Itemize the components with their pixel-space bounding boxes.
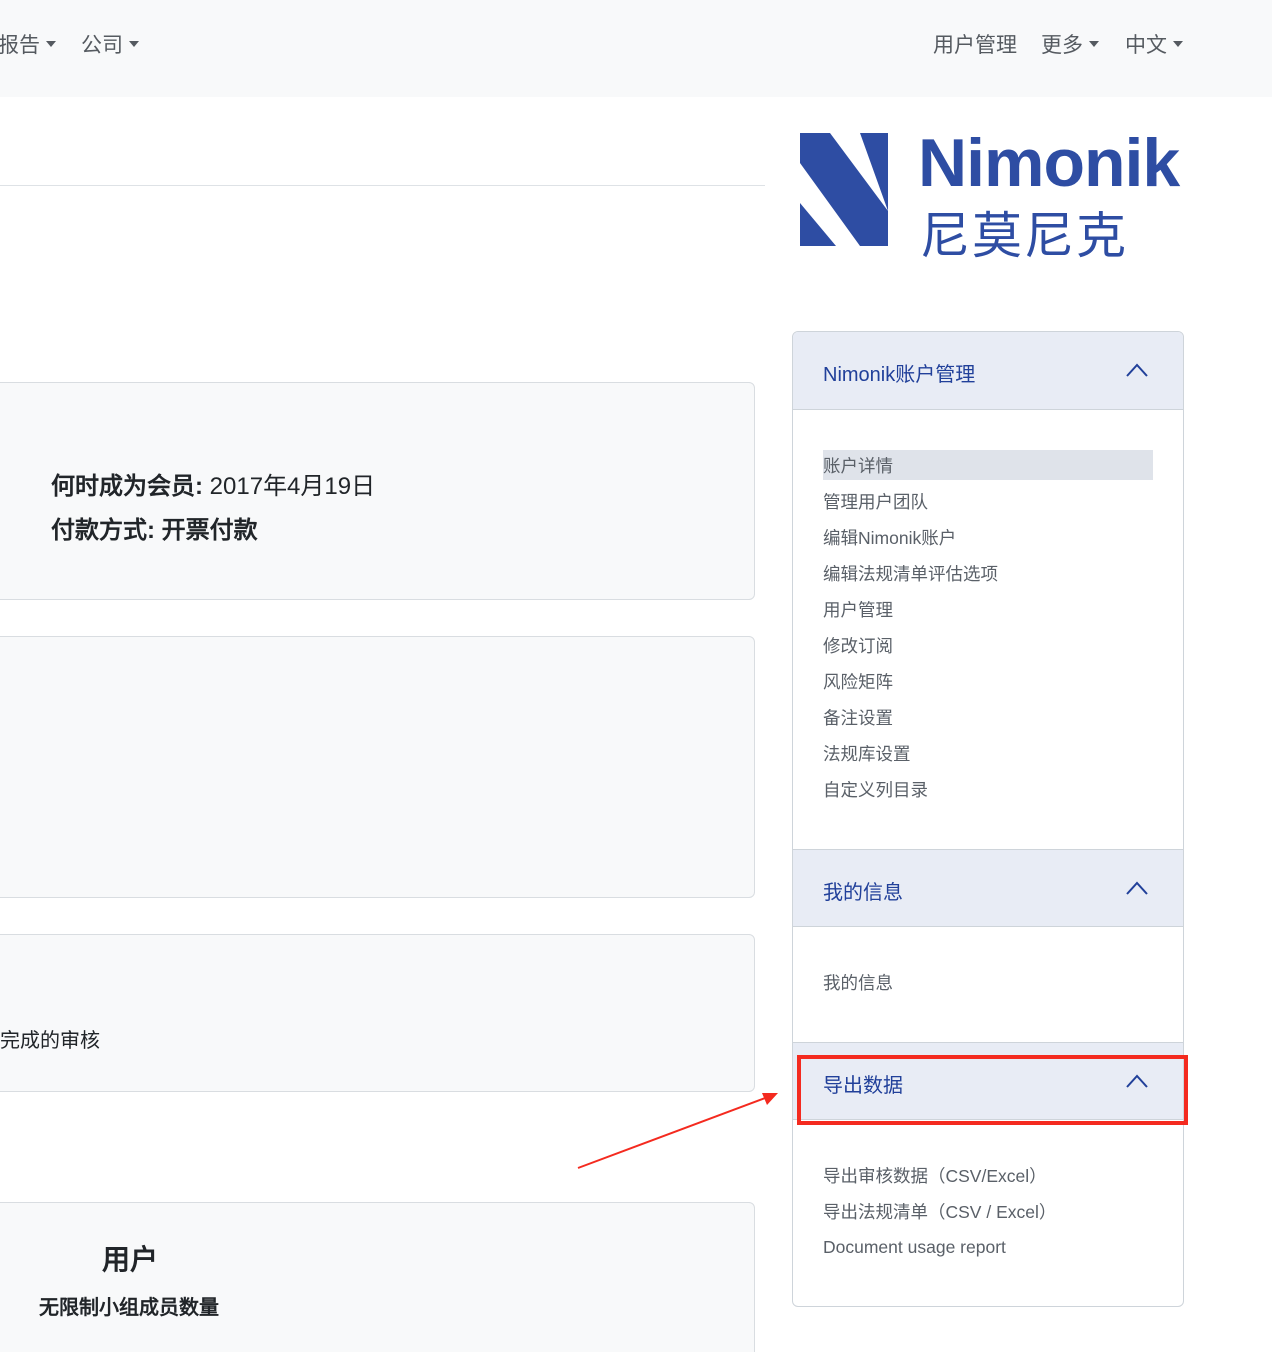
annotation-arrow-icon (577, 1093, 778, 1169)
nav-reports-dropdown[interactable]: 报告 (0, 30, 56, 58)
chevron-up-icon (1126, 363, 1148, 377)
sidebar-link-change-subscription[interactable]: 修改订阅 (823, 630, 893, 660)
account-sidebar: Nimonik账户管理 账户详情 管理用户团队 编辑Nimonik账户 编辑法规… (792, 331, 1184, 1307)
sidebar-link-risk-matrix[interactable]: 风险矩阵 (823, 666, 893, 696)
audits-card (0, 934, 755, 1092)
caret-down-icon (46, 41, 56, 47)
nav-user-management[interactable]: 用户管理 (933, 30, 1017, 58)
users-subtitle: 无限制小组成员数量 (39, 1297, 219, 1319)
payment-method-value: 开票付款 (161, 517, 258, 544)
users-title: 用户 (102, 1244, 159, 1275)
highlight-box (797, 1055, 1188, 1125)
caret-down-icon (1173, 41, 1183, 47)
logo-name-en: Nimonik (918, 125, 1180, 201)
payment-method-line: 付款方式: 开票付款 (51, 510, 258, 545)
sidebar-link-export-registers[interactable]: 导出法规清单（CSV / Excel） (823, 1196, 1056, 1226)
caret-down-icon (1089, 41, 1099, 47)
logo-name-cn: 尼莫尼克 (920, 208, 1128, 264)
nav-more-label: 更多 (1041, 34, 1083, 57)
member-since-label: 何时成为会员: (51, 473, 203, 500)
sidebar-link-notes-settings[interactable]: 备注设置 (823, 702, 893, 732)
chevron-up-icon (1126, 881, 1148, 895)
sidebar-link-account-details[interactable]: 账户详情 (823, 450, 1153, 480)
accordion-my-info-header[interactable]: 我的信息 (793, 849, 1183, 927)
logo-mark-icon (800, 133, 888, 246)
payment-method-label: 付款方式: (51, 517, 155, 544)
nav-company-label: 公司 (81, 34, 123, 57)
nav-user-management-label: 用户管理 (933, 34, 1017, 57)
accordion-title: Nimonik账户管理 (823, 364, 976, 386)
member-since-value: 2017年4月19日 (209, 473, 376, 500)
accordion-title: 我的信息 (823, 882, 903, 904)
sidebar-link-document-usage-report[interactable]: Document usage report (823, 1232, 1006, 1262)
sidebar-link-edit-account[interactable]: 编辑Nimonik账户 (823, 522, 956, 552)
accordion-account-management-header[interactable]: Nimonik账户管理 (793, 332, 1183, 410)
nimonik-logo: Nimonik 尼莫尼克 (800, 125, 1190, 264)
sidebar-link-manage-team[interactable]: 管理用户团队 (823, 486, 928, 516)
completed-audits-text: 完成的审核 (0, 1030, 100, 1052)
top-navbar: 报告 公司 用户管理 更多 中文 (0, 0, 1272, 97)
nav-more-dropdown[interactable]: 更多 (1041, 30, 1099, 58)
nav-language-label: 中文 (1125, 34, 1167, 57)
sidebar-link-user-management[interactable]: 用户管理 (823, 594, 893, 624)
sidebar-link-custom-columns[interactable]: 自定义列目录 (823, 774, 928, 804)
nav-language-dropdown[interactable]: 中文 (1125, 30, 1183, 58)
sidebar-link-edit-evaluation-options[interactable]: 编辑法规清单评估选项 (823, 558, 998, 588)
member-since-line: 何时成为会员: 2017年4月19日 (51, 466, 375, 501)
nav-reports-label: 报告 (0, 34, 40, 57)
sidebar-link-export-audit-data[interactable]: 导出审核数据（CSV/Excel） (823, 1160, 1047, 1190)
content-card (0, 636, 755, 898)
sidebar-link-library-settings[interactable]: 法规库设置 (823, 738, 911, 768)
nav-company-dropdown[interactable]: 公司 (81, 30, 139, 58)
sidebar-link-my-info[interactable]: 我的信息 (823, 967, 893, 997)
divider (0, 185, 765, 186)
caret-down-icon (129, 41, 139, 47)
